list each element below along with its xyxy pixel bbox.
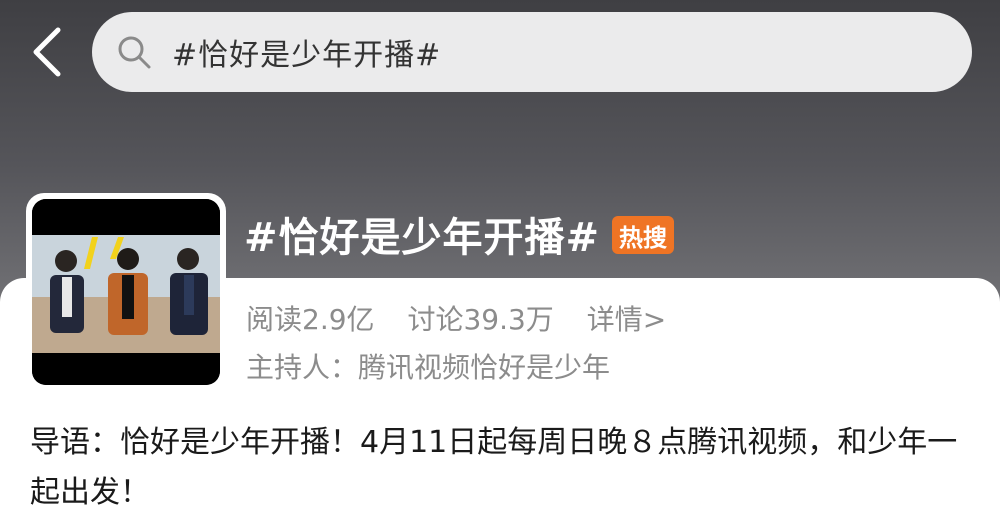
search-query-text[interactable]: #恰好是少年开播# (172, 30, 441, 74)
topic-stats: 阅读2.9亿 讨论39.3万 详情> (246, 298, 690, 338)
topic-title: #恰好是少年开播# (244, 215, 601, 261)
thumbnail-photo (32, 199, 220, 385)
discussion-count: 讨论39.3万 (407, 303, 554, 336)
host-info: 主持人：腾讯视频恰好是少年 (246, 346, 610, 386)
search-bar[interactable]: #恰好是少年开播# (92, 12, 972, 92)
chevron-left-icon (33, 27, 61, 77)
read-count: 阅读2.9亿 (246, 303, 375, 336)
intro-body: 恰好是少年开播！4月11日起每周日晚８点腾讯视频，和少年一起出发！ (30, 425, 958, 510)
detail-link[interactable]: 详情> (587, 303, 666, 336)
host-name[interactable]: 腾讯视频恰好是少年 (358, 351, 610, 384)
hot-search-badge: 热搜 (612, 216, 674, 254)
topic-thumbnail-frame[interactable] (26, 193, 226, 391)
host-label: 主持人： (246, 351, 359, 384)
topic-thumbnail (32, 199, 220, 385)
search-icon (114, 32, 154, 72)
back-button[interactable] (22, 22, 72, 82)
intro-text: 导语：恰好是少年开播！4月11日起每周日晚８点腾讯视频，和少年一起出发！ (30, 418, 970, 518)
intro-label: 导语： (30, 425, 120, 460)
